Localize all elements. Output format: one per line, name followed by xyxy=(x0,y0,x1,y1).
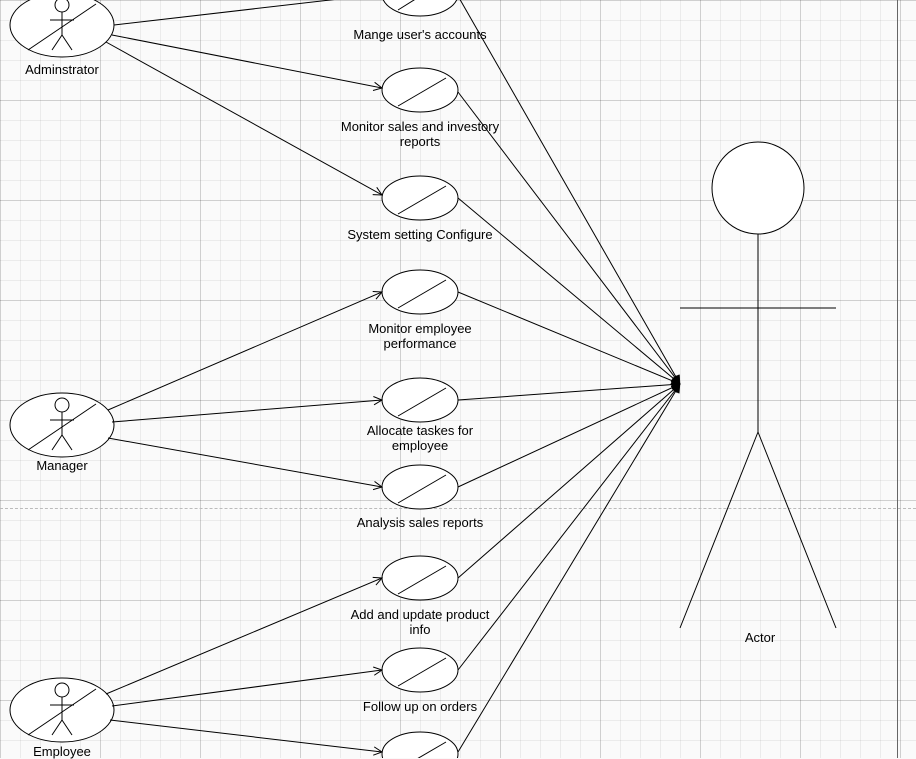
label-uc-monitor-employee: Monitor employee performance xyxy=(340,322,500,352)
usecase-follow-up[interactable] xyxy=(382,732,458,758)
usecase-allocate-tasks[interactable] xyxy=(382,465,458,509)
label-uc-monitor-sales: Monitor sales and investory reports xyxy=(340,120,500,150)
label-uc-system-setting: System setting Configure xyxy=(340,228,500,243)
label-employee: Employee xyxy=(2,744,122,759)
connectors-right xyxy=(458,0,680,752)
actor-employee[interactable] xyxy=(10,678,114,742)
actor-system[interactable] xyxy=(680,142,836,628)
label-uc-analysis-sales: Analysis sales reports xyxy=(340,516,500,531)
usecase-monitor-sales[interactable] xyxy=(382,176,458,220)
actor-manager[interactable] xyxy=(10,393,114,457)
usecase-monitor-employee[interactable] xyxy=(382,378,458,422)
actor-administrator[interactable] xyxy=(10,0,114,57)
label-uc-follow-up: Follow up on orders xyxy=(340,700,500,715)
usecase-add-update-product[interactable] xyxy=(382,648,458,692)
label-administrator: Adminstrator xyxy=(2,62,122,77)
label-manager: Manager xyxy=(2,458,122,473)
usecase-analysis-sales[interactable] xyxy=(382,556,458,600)
label-uc-manage-users: Mange user's accounts xyxy=(340,28,500,43)
usecase-system-setting[interactable] xyxy=(382,270,458,314)
usecase-top-partial[interactable] xyxy=(382,0,458,16)
label-uc-allocate-tasks: Allocate taskes for employee xyxy=(340,424,500,454)
label-uc-add-update: Add and update product info xyxy=(340,608,500,638)
usecase-manage-users[interactable] xyxy=(382,68,458,112)
connectors-left xyxy=(106,0,382,752)
label-system-actor: Actor xyxy=(700,630,820,645)
